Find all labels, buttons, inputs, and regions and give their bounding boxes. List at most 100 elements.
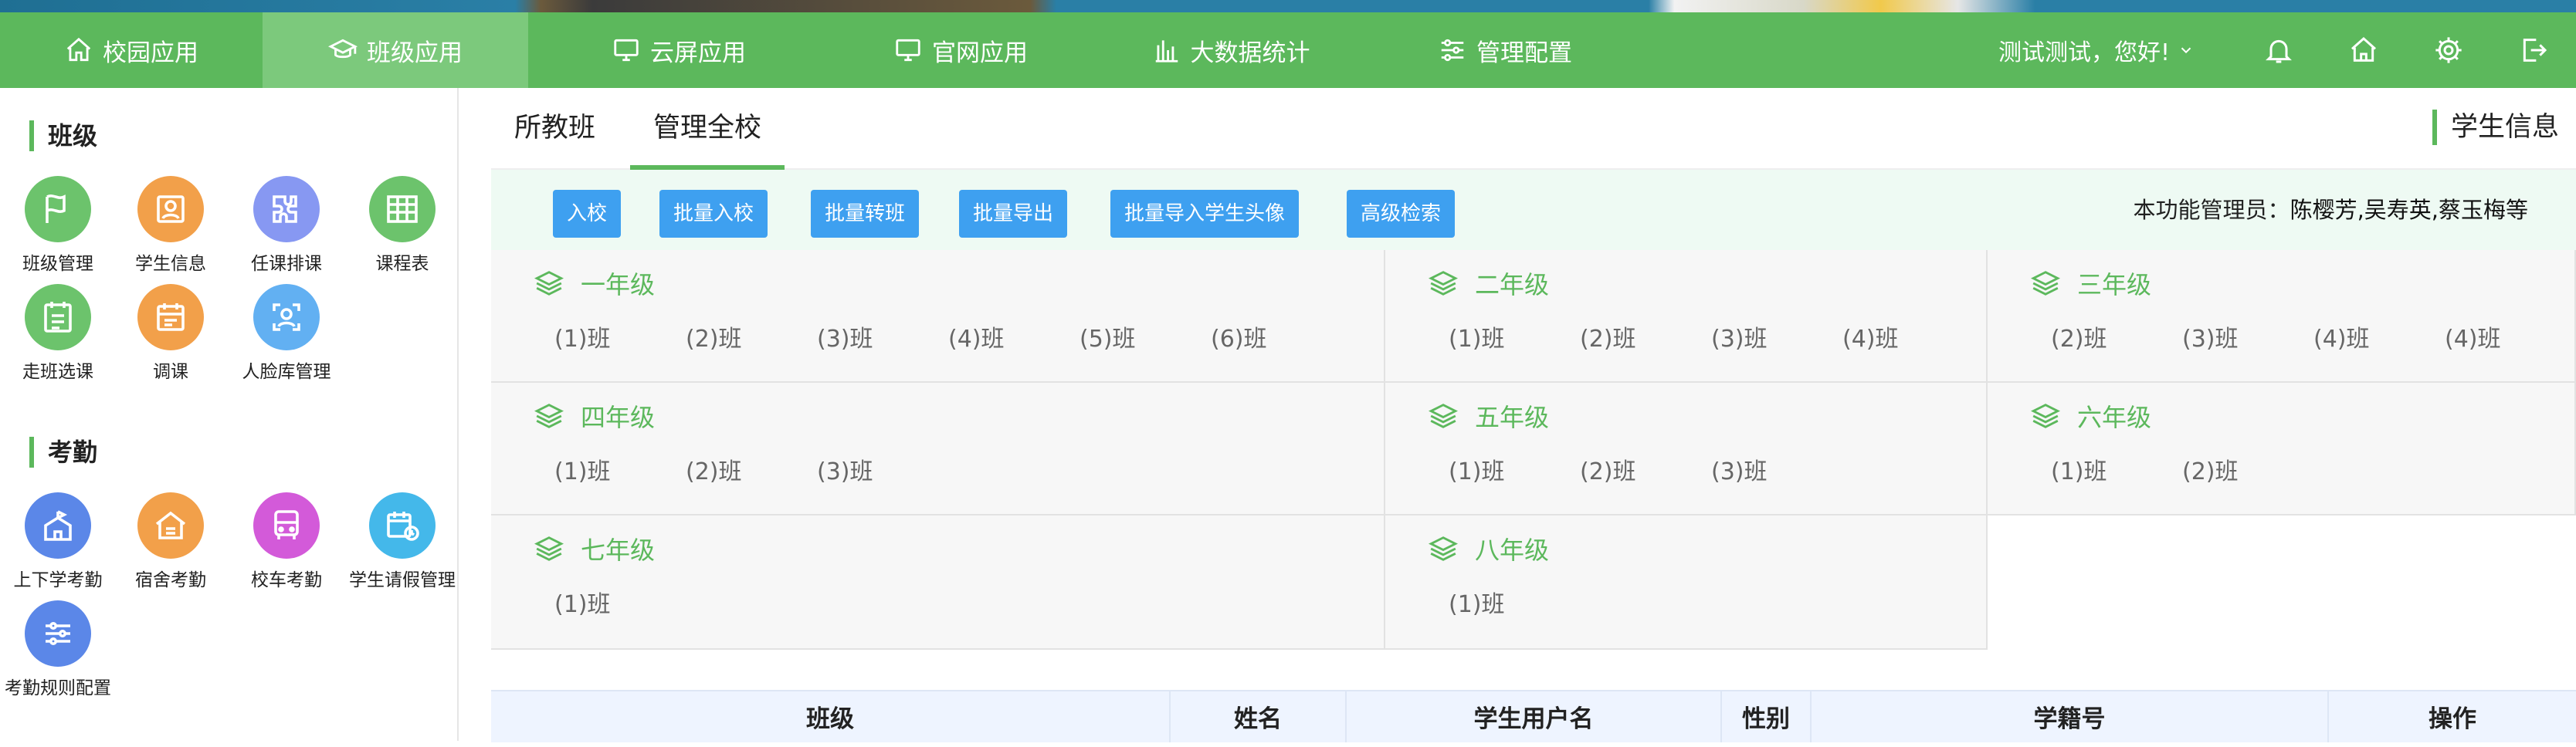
app-label: 考勤规则配置 <box>5 678 111 698</box>
batch-enroll-button[interactable]: 批量入校 <box>659 190 768 238</box>
header-photo-strip <box>0 0 2576 12</box>
grade-card: 五年级 (1)班 (2)班 (3)班 <box>1385 383 1988 515</box>
enroll-button[interactable]: 入校 <box>553 190 622 238</box>
app-class-management[interactable]: 班级管理 <box>0 176 116 275</box>
app-bus-attendance[interactable]: 校车考勤 <box>229 492 344 591</box>
grade-name[interactable]: 七年级 <box>581 531 655 566</box>
column-header-username[interactable]: 学生用户名 <box>1347 691 1722 742</box>
user-menu[interactable]: 测试测试，您好! <box>1998 33 2195 67</box>
section-title-class: 班级 <box>29 120 97 151</box>
app-student-info[interactable]: 学生信息 <box>113 176 229 275</box>
sliders-icon <box>1441 39 1464 62</box>
class-link[interactable]: (1)班 <box>1449 319 1580 353</box>
class-link[interactable]: (2)班 <box>1580 319 1711 353</box>
nav-label: 官网应用 <box>932 39 1028 67</box>
column-header-class[interactable]: 班级 <box>491 691 1171 742</box>
class-link[interactable]: (2)班 <box>2051 319 2182 353</box>
grade-card: 四年级 (1)班 (2)班 (3)班 <box>491 383 1385 515</box>
app-timetable[interactable]: 课程表 <box>344 176 460 275</box>
batch-transfer-button[interactable]: 批量转班 <box>811 190 920 238</box>
grade-name[interactable]: 一年级 <box>581 265 655 301</box>
home-button[interactable] <box>2321 12 2406 88</box>
class-link[interactable]: (5)班 <box>1080 319 1211 353</box>
app-school-attendance[interactable]: 上下学考勤 <box>0 492 116 591</box>
grade-name[interactable]: 二年级 <box>1475 265 1549 301</box>
class-link[interactable]: (6)班 <box>1211 319 1342 353</box>
class-link[interactable]: (1)班 <box>1449 452 1580 486</box>
nav-big-data[interactable]: 大数据统计 <box>1092 12 1370 88</box>
column-header-student-id[interactable]: 学籍号 <box>1812 691 2329 742</box>
app-class-swap[interactable]: 调课 <box>113 284 229 383</box>
greeting-text: 测试测试，您好! <box>1998 39 2170 66</box>
nav-website-apps[interactable]: 官网应用 <box>829 12 1092 88</box>
class-link[interactable]: (3)班 <box>817 452 948 486</box>
app-elective-selection[interactable]: 走班选课 <box>0 284 116 383</box>
layers-icon <box>2031 404 2060 428</box>
nav-label: 班级应用 <box>367 39 463 67</box>
column-header-gender[interactable]: 性别 <box>1722 691 1812 742</box>
tab-bar: 所教班 管理全校 学生信息 <box>491 88 2576 170</box>
grade-card: 三年级 (2)班 (3)班 (4)班 (4)班 <box>1988 250 2576 383</box>
class-link[interactable]: (1)班 <box>2051 452 2182 486</box>
logout-button[interactable] <box>2491 12 2576 88</box>
class-link[interactable]: (2)班 <box>686 452 817 486</box>
bell-icon <box>2266 39 2292 63</box>
app-label: 校车考勤 <box>251 570 322 590</box>
grade-card: 二年级 (1)班 (2)班 (3)班 (4)班 <box>1385 250 1988 383</box>
nav-campus-apps[interactable]: 校园应用 <box>0 12 263 88</box>
app-label: 上下学考勤 <box>13 570 103 590</box>
school-icon <box>44 510 72 541</box>
home-icon <box>2351 36 2376 62</box>
column-header-name[interactable]: 姓名 <box>1171 691 1347 742</box>
app-face-library[interactable]: 人脸库管理 <box>229 284 344 383</box>
app-leave-management[interactable]: 学生请假管理 <box>344 492 460 591</box>
nav-admin-config[interactable]: 管理配置 <box>1370 12 1640 88</box>
class-link[interactable]: (1)班 <box>554 585 686 619</box>
app-attendance-rules[interactable]: 考勤规则配置 <box>0 600 116 699</box>
grade-card: 一年级 (1)班 (2)班 (3)班 (4)班 (5)班 (6)班 <box>491 250 1385 383</box>
grade-name[interactable]: 八年级 <box>1475 531 1549 566</box>
class-link[interactable]: (2)班 <box>2182 452 2313 486</box>
class-link[interactable]: (1)班 <box>554 452 686 486</box>
tab-whole-school[interactable]: 管理全校 <box>630 88 785 170</box>
class-link[interactable]: (3)班 <box>2182 319 2313 353</box>
class-link[interactable]: (4)班 <box>2313 319 2445 353</box>
nav-cloud-screen-apps[interactable]: 云屏应用 <box>528 12 829 88</box>
class-link[interactable]: (1)班 <box>1449 585 1580 619</box>
class-link[interactable]: (2)班 <box>1580 452 1711 486</box>
admin-names: 陈樱芳,吴寿英,蔡玉梅等 <box>2290 197 2528 223</box>
class-link[interactable]: (3)班 <box>817 319 948 353</box>
layers-icon <box>534 536 564 561</box>
grade-name[interactable]: 五年级 <box>1475 398 1549 434</box>
nav-class-apps[interactable]: 班级应用 <box>263 12 528 88</box>
app-label: 课程表 <box>375 254 429 274</box>
calendar-icon <box>157 303 185 331</box>
class-link[interactable]: (4)班 <box>948 319 1080 353</box>
chevron-down-icon <box>2181 47 2191 54</box>
advanced-search-button[interactable]: 高级检索 <box>1347 190 1456 238</box>
class-link[interactable]: (2)班 <box>686 319 817 353</box>
student-table-header: 班级 姓名 学生用户名 性别 学籍号 操作 <box>491 690 2576 742</box>
app-label: 任课排课 <box>251 254 322 274</box>
grade-name[interactable]: 三年级 <box>2077 265 2151 301</box>
id-card-icon <box>157 195 185 223</box>
class-link[interactable]: (3)班 <box>1711 452 1842 486</box>
house-icon <box>155 511 186 539</box>
settings-button[interactable] <box>2406 12 2491 88</box>
class-link[interactable]: (4)班 <box>2445 319 2576 353</box>
batch-export-button[interactable]: 批量导出 <box>959 190 1068 238</box>
tab-my-classes[interactable]: 所教班 <box>514 88 595 168</box>
layers-icon <box>1429 271 1458 296</box>
grade-name[interactable]: 四年级 <box>581 398 655 434</box>
home-outline-icon <box>66 37 91 62</box>
batch-import-avatar-button[interactable]: 批量导入学生头像 <box>1110 190 1300 238</box>
app-dorm-attendance[interactable]: 宿舍考勤 <box>113 492 229 591</box>
app-course-scheduling[interactable]: 任课排课 <box>229 176 344 275</box>
class-link[interactable]: (3)班 <box>1711 319 1842 353</box>
top-nav: 校园应用 班级应用 云屏应用 官网应用 大数据统计 管理配置 测试测试，您好! <box>0 12 2576 88</box>
grade-name[interactable]: 六年级 <box>2077 398 2151 434</box>
class-link[interactable]: (1)班 <box>554 319 686 353</box>
notifications-button[interactable] <box>2236 12 2321 88</box>
admin-label: 本功能管理员： <box>2133 197 2290 223</box>
class-link[interactable]: (4)班 <box>1842 319 1974 353</box>
